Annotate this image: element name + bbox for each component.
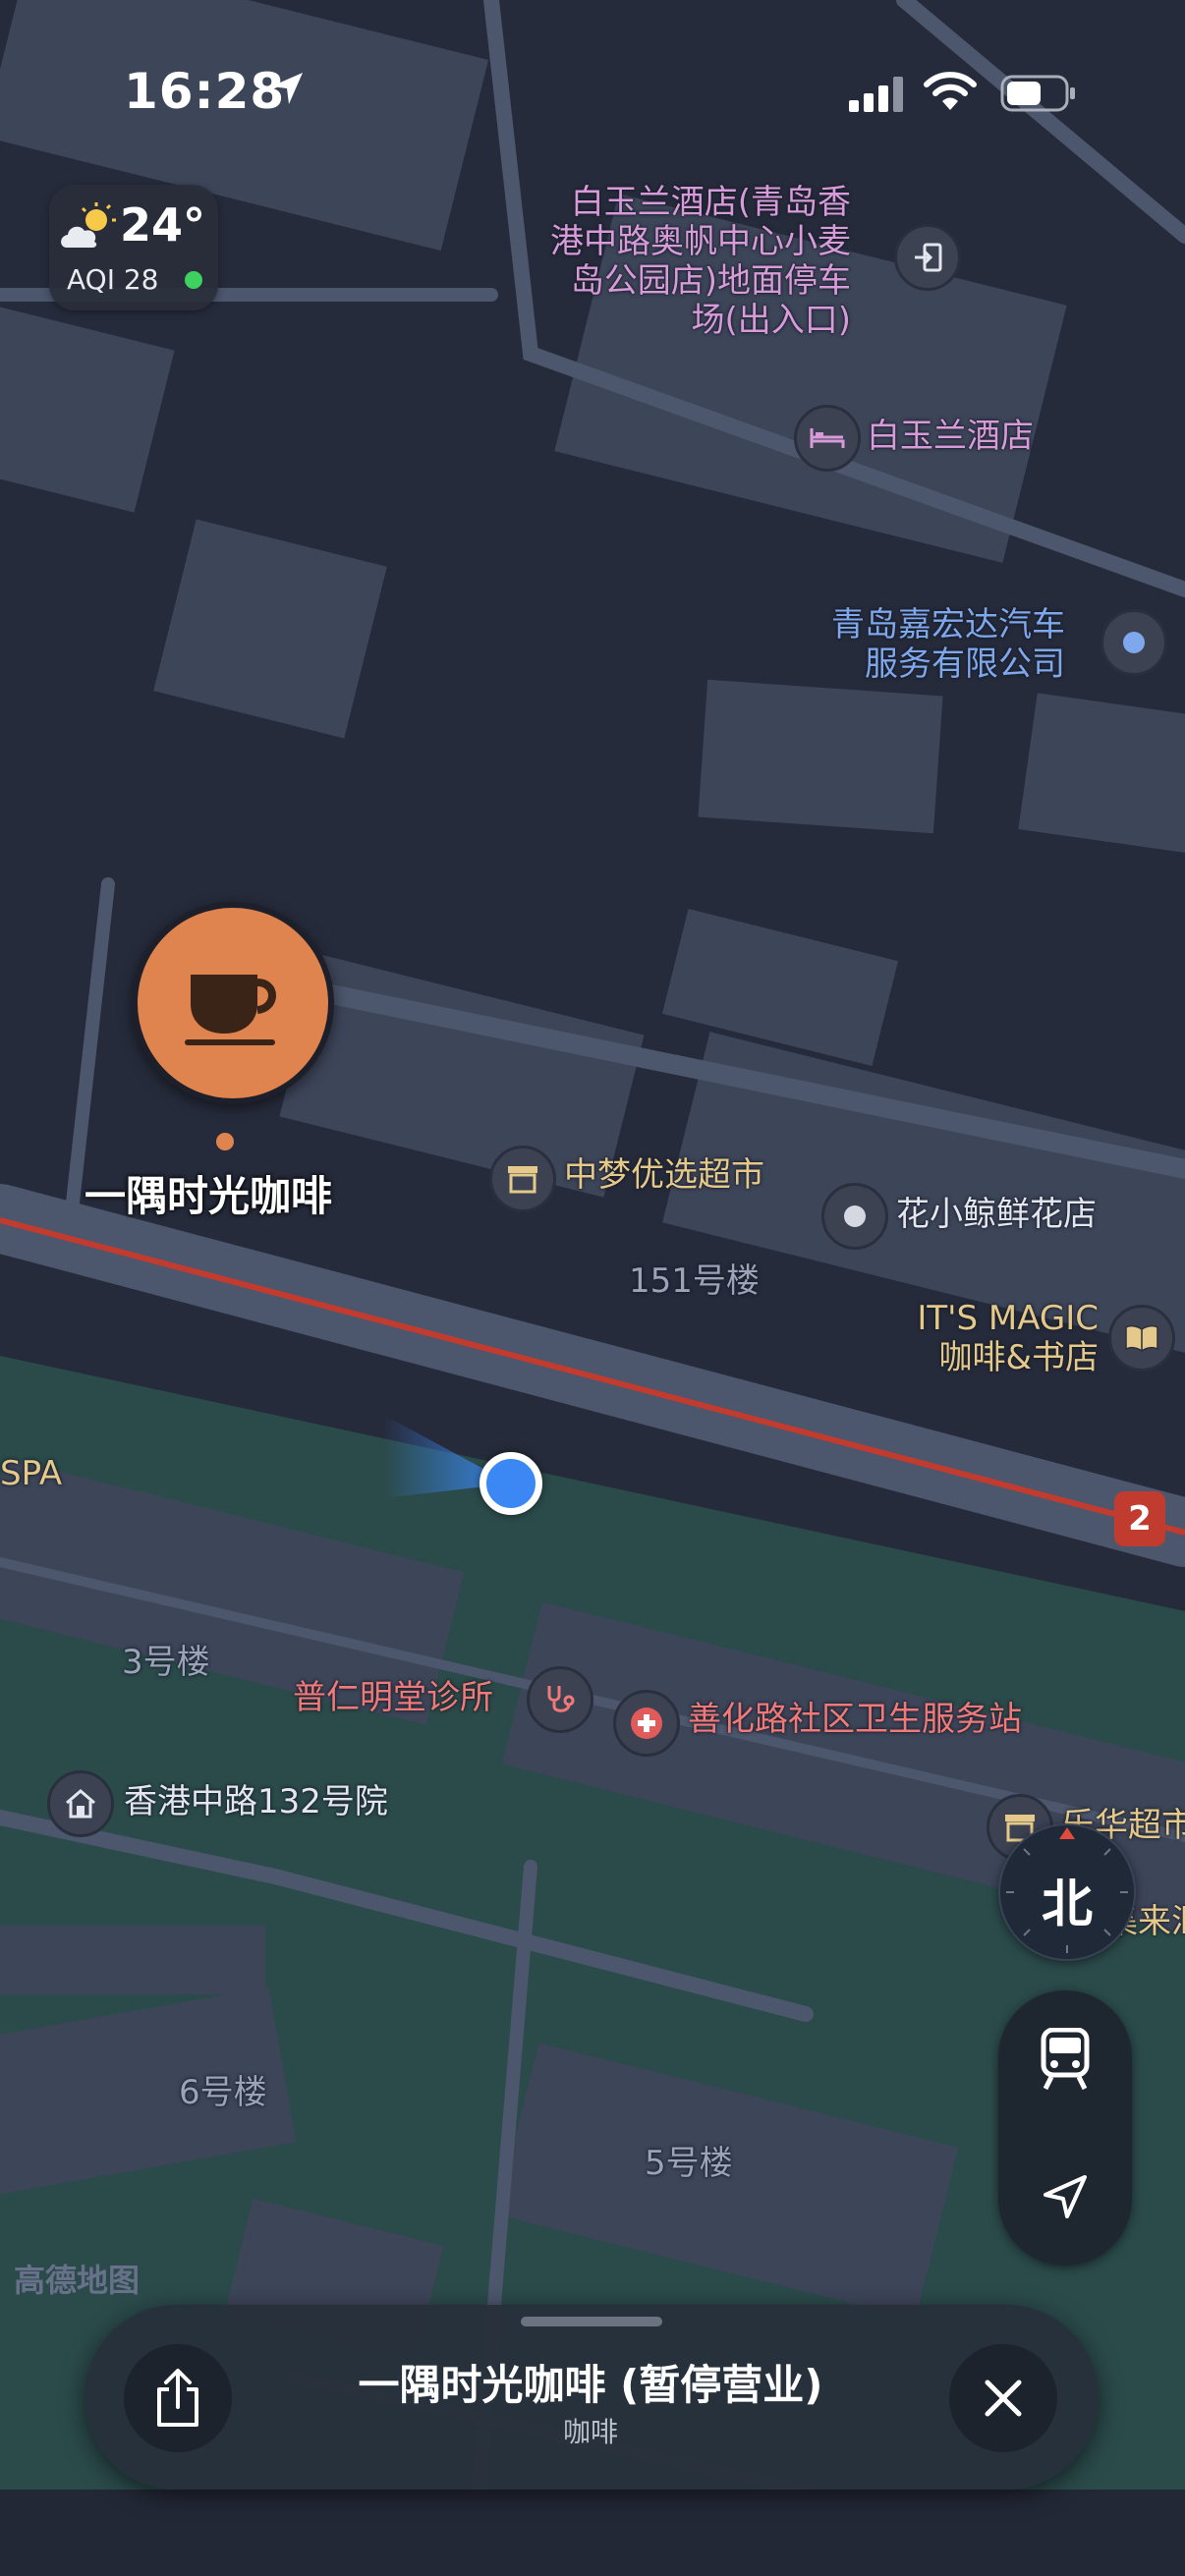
- aqi-label: AQI 28: [67, 263, 159, 296]
- battery-icon: [1000, 75, 1075, 112]
- selected-pin[interactable]: [132, 902, 334, 1104]
- locate-me-button[interactable]: [998, 2128, 1132, 2266]
- close-button[interactable]: [949, 2344, 1057, 2452]
- poi-line: IT'S MAGIC: [917, 1299, 1099, 1338]
- stethoscope-icon[interactable]: [527, 1666, 593, 1733]
- location-arrow-icon: [1044, 2175, 1087, 2218]
- poi-line: 咖啡&书店: [938, 1338, 1099, 1377]
- poi-label-courtyard[interactable]: 香港中路132号院: [124, 1782, 388, 1821]
- poi-label-supermarket[interactable]: 中梦优选超市: [564, 1155, 764, 1195]
- close-icon: [985, 2380, 1022, 2417]
- transit-button[interactable]: [998, 1990, 1132, 2128]
- dot-icon[interactable]: [1100, 609, 1167, 676]
- weather-temperature: 24°: [120, 198, 206, 252]
- poi-label-its-magic[interactable]: IT'S MAGIC 咖啡&书店: [875, 1299, 1099, 1377]
- building-label-5: 5号楼: [645, 2144, 733, 2183]
- building-label-6: 6号楼: [179, 2073, 267, 2112]
- poi-line: 白玉兰酒店(青岛香: [570, 183, 851, 222]
- status-bar: 16:28: [0, 0, 1185, 147]
- poi-label-auto-service[interactable]: 青岛嘉宏达汽车 服务有限公司: [831, 605, 1065, 684]
- partly-sunny-icon: [61, 202, 116, 248]
- share-button[interactable]: [124, 2344, 232, 2452]
- poi-label-clinic[interactable]: 普仁明堂诊所: [293, 1678, 493, 1717]
- poi-line: 港中路奥帆中心小麦: [550, 222, 851, 261]
- poi-label-parking[interactable]: 白玉兰酒店(青岛香 港中路奥帆中心小麦 岛公园店)地面停车 场(出入口): [550, 183, 851, 340]
- location-arrow-icon: [271, 73, 303, 104]
- aqi-status-dot: [185, 271, 202, 289]
- poi-line: 青岛嘉宏达汽车: [831, 605, 1065, 644]
- map-controls: [998, 1990, 1132, 2266]
- train-icon: [1041, 2028, 1090, 2091]
- cellular-signal-icon: [849, 77, 903, 112]
- user-location-dot: [480, 1452, 542, 1515]
- place-title: 一隅时光咖啡 (暂停营业): [358, 2361, 823, 2409]
- building-label-3: 3号楼: [122, 1643, 210, 1682]
- weather-widget[interactable]: 24° AQI 28: [49, 185, 218, 310]
- poi-label-hotel[interactable]: 白玉兰酒店: [867, 417, 1034, 456]
- compass-button[interactable]: 北: [998, 1823, 1136, 1961]
- poi-line: 场(出入口): [691, 301, 851, 340]
- pin-anchor-dot: [216, 1133, 234, 1150]
- building-label-151: 151号楼: [629, 1261, 760, 1301]
- route-badge[interactable]: 2: [1114, 1491, 1165, 1546]
- share-icon: [157, 2369, 198, 2427]
- poi-label-health-station[interactable]: 善化路社区卫生服务站: [688, 1700, 1022, 1739]
- compass-north-label: 北: [1041, 1876, 1093, 1934]
- book-icon[interactable]: [1108, 1305, 1175, 1372]
- bottom-band: [0, 2490, 1185, 2576]
- hotel-bed-icon[interactable]: [794, 405, 861, 472]
- wifi-icon: [924, 72, 977, 110]
- dot-icon[interactable]: [821, 1183, 888, 1250]
- place-card[interactable]: 一隅时光咖啡 (暂停营业) 咖啡: [85, 2305, 1099, 2490]
- selected-pin-label[interactable]: 一隅时光咖啡: [85, 1163, 332, 1223]
- poi-label-spa[interactable]: SPA: [0, 1454, 62, 1493]
- house-icon[interactable]: [47, 1770, 114, 1837]
- medical-cross-icon[interactable]: [613, 1690, 680, 1757]
- place-category: 咖啡: [562, 2416, 618, 2448]
- entrance-icon[interactable]: [894, 224, 961, 291]
- sheet-grabber[interactable]: [521, 2317, 662, 2326]
- store-icon[interactable]: [489, 1146, 556, 1212]
- coffee-cup-icon: [185, 975, 276, 1045]
- poi-label-flower-shop[interactable]: 花小鲸鲜花店: [896, 1195, 1097, 1234]
- poi-line: 服务有限公司: [865, 644, 1065, 684]
- poi-line: 岛公园店)地面停车: [570, 261, 851, 301]
- status-time: 16:28: [124, 63, 286, 120]
- map-attribution: 高德地图: [14, 2262, 141, 2299]
